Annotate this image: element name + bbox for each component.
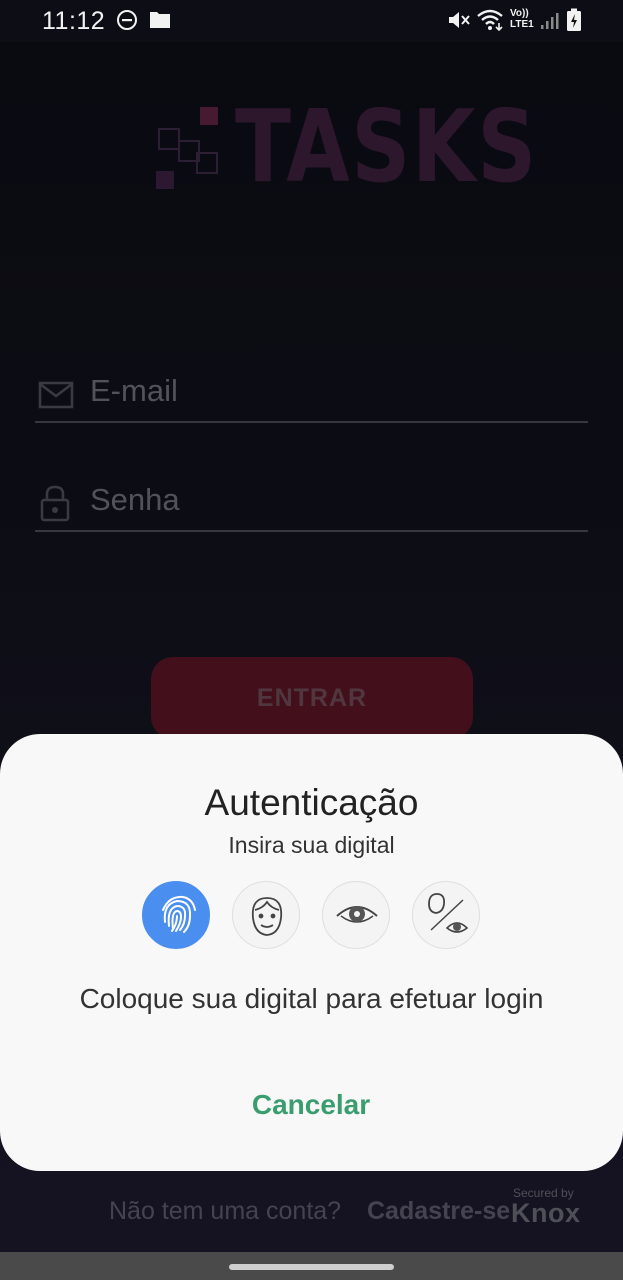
battery-charging-icon bbox=[567, 8, 581, 31]
home-gesture-handle[interactable] bbox=[229, 1264, 394, 1270]
folder-icon bbox=[150, 12, 170, 28]
do-not-disturb-icon bbox=[117, 10, 137, 30]
volte-label: Vo)) bbox=[510, 8, 529, 19]
dialog-title: Autenticação bbox=[204, 782, 419, 823]
iris-method-button[interactable] bbox=[322, 881, 390, 949]
face-method-button[interactable] bbox=[232, 881, 300, 949]
dialog-message: Coloque sua digital para efetuar login bbox=[79, 983, 544, 1014]
fingerprint-method-button[interactable] bbox=[142, 881, 210, 949]
status-time: 11:12 bbox=[42, 7, 106, 35]
fingerprint-icon bbox=[162, 895, 196, 933]
auth-dialog: Autenticação Insira sua digital Coloque … bbox=[0, 734, 623, 1171]
volte-icon: Vo)) LTE1 bbox=[510, 8, 538, 34]
eye-icon bbox=[336, 906, 378, 923]
face-icon bbox=[251, 897, 283, 936]
navigation-bar bbox=[0, 1252, 623, 1280]
signal-icon bbox=[541, 13, 559, 29]
lte-label: LTE1 bbox=[510, 19, 534, 30]
face-eye-scan-icon bbox=[428, 893, 469, 933]
dialog-subtitle: Insira sua digital bbox=[228, 832, 395, 858]
status-bar: 11:12 Vo)) LTE1 bbox=[0, 0, 623, 42]
intelligent-scan-method-button[interactable] bbox=[412, 881, 480, 949]
wifi-icon bbox=[477, 9, 503, 32]
mute-icon bbox=[449, 12, 470, 28]
cancel-button[interactable]: Cancelar bbox=[211, 1082, 411, 1128]
